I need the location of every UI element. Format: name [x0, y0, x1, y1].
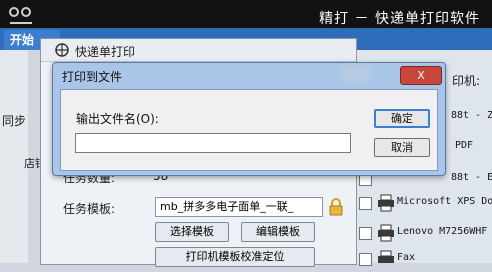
output-filename-input[interactable]	[75, 133, 351, 153]
calibrate-template-button[interactable]: 打印机模板校准定位	[155, 247, 315, 267]
printer-name: Fax	[397, 252, 416, 263]
express-window-title: 快递单打印	[75, 45, 136, 59]
printer-icon	[378, 250, 394, 263]
printer-checkbox[interactable]	[359, 197, 372, 210]
printer-header: 印机:	[452, 74, 481, 88]
screen-glare	[340, 67, 370, 81]
printer-icon	[378, 194, 394, 212]
printer-name: PDF	[455, 140, 474, 151]
task-template-label: 任务模板:	[63, 202, 116, 216]
express-window-titlebar: 快递单打印	[41, 39, 356, 62]
cancel-button[interactable]: 取消	[374, 138, 430, 157]
printer-row[interactable]: Microsoft XPS Do	[355, 192, 492, 216]
app-title: 精打 － 快递单打印软件	[319, 11, 480, 27]
output-filename-label: 输出文件名(O):	[76, 112, 159, 126]
close-button[interactable]: X	[400, 66, 442, 85]
edit-template-button[interactable]: 编辑模板	[241, 222, 315, 242]
printer-icon	[378, 224, 394, 242]
print-to-file-dialog: 打印到文件 X 输出文件名(O): 确定 取消	[52, 62, 446, 176]
select-template-button[interactable]: 选择模板	[155, 222, 229, 242]
dialog-title: 打印到文件	[62, 70, 123, 84]
sync-label: 同步	[2, 114, 27, 128]
printer-checkbox[interactable]	[359, 227, 372, 240]
printer-name: 88t - E	[451, 172, 492, 183]
printer-checkbox[interactable]	[359, 253, 372, 266]
app-logo-icon	[9, 7, 32, 24]
printer-name: Lenovo M7256WHF	[397, 226, 488, 237]
printer-row[interactable]: Fax	[355, 248, 492, 272]
ok-button[interactable]: 确定	[374, 109, 430, 128]
printer-name: Microsoft XPS Do	[397, 196, 492, 207]
printer-row[interactable]: Lenovo M7256WHF	[355, 222, 492, 246]
printer-name: 88t - Z	[451, 110, 492, 121]
task-template-field[interactable]: mb_拼多多电子面单_一联_	[155, 197, 323, 217]
lock-icon	[329, 198, 343, 216]
dialog-body: 输出文件名(O): 确定 取消	[60, 89, 438, 171]
close-icon: X	[417, 69, 425, 82]
printer-settings-icon	[55, 43, 69, 57]
